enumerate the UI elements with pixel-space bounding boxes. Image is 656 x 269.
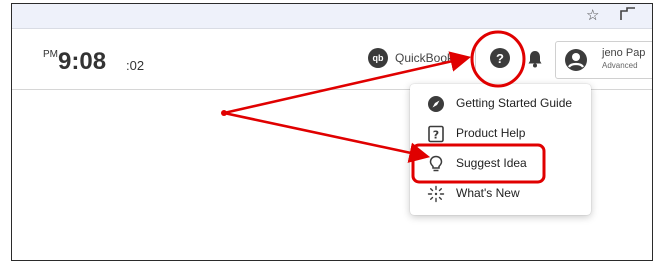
- profile-name: jeno Pap: [602, 47, 646, 59]
- menu-item-label: Suggest Idea: [456, 156, 527, 170]
- avatar-icon: [564, 48, 588, 77]
- sparkle-icon: [427, 185, 445, 203]
- quickbooks-link[interactable]: qb QuickBooks: [368, 47, 459, 69]
- menu-item-label: What's New: [456, 186, 520, 200]
- help-icon[interactable]: ?: [490, 48, 510, 68]
- menu-item-label: Product Help: [456, 126, 526, 140]
- menu-item-getting-started-guide[interactable]: Getting Started Guide: [410, 90, 591, 118]
- compass-icon: [427, 95, 445, 113]
- profile-button[interactable]: jeno Pap Advanced: [555, 41, 652, 79]
- star-icon[interactable]: ☆: [586, 6, 599, 24]
- clock-ampm: PM: [43, 49, 58, 60]
- extensions-icon[interactable]: [619, 6, 637, 26]
- bell-icon[interactable]: [527, 49, 543, 74]
- app-header: PM 9:08 :02 qb QuickBooks ? jeno Pap Adv…: [12, 29, 652, 90]
- help-menu: Getting Started Guide ? Product Help Sug…: [410, 84, 591, 215]
- quickbooks-label: QuickBooks: [395, 51, 460, 65]
- clock-time: 9:08: [58, 48, 107, 75]
- menu-item-label: Getting Started Guide: [456, 96, 573, 110]
- clock-seconds: :02: [126, 58, 145, 73]
- screenshot-frame: ☆ PM 9:08 :02 qb QuickBooks ? jeno Pap A…: [11, 3, 653, 261]
- browser-toolbar: ☆: [12, 4, 652, 29]
- profile-level: Advanced: [602, 61, 638, 70]
- menu-item-suggest-idea[interactable]: Suggest Idea: [410, 150, 591, 178]
- menu-item-product-help[interactable]: ? Product Help: [410, 120, 591, 148]
- menu-item-whats-new[interactable]: What's New: [410, 180, 591, 208]
- header-divider: [475, 46, 476, 72]
- quickbooks-logo-icon: qb: [368, 48, 388, 68]
- question-box-icon: ?: [427, 125, 445, 143]
- svg-text:?: ?: [433, 129, 439, 142]
- lightbulb-icon: [427, 155, 445, 173]
